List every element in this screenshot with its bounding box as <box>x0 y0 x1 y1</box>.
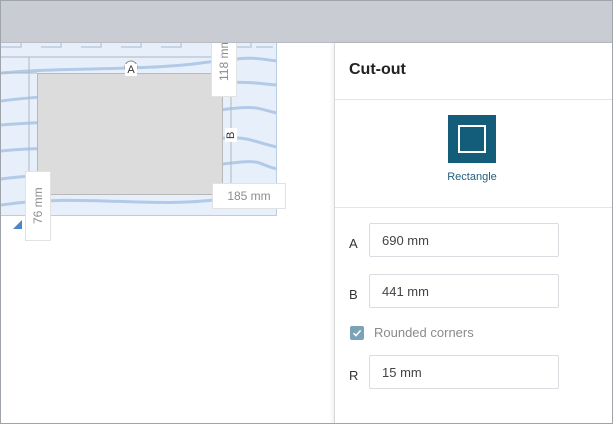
shape-divider <box>335 207 612 208</box>
dim-right-offset[interactable]: 185 mm <box>212 183 286 209</box>
app-window: A B 118 mm 185 mm 76 mm Cut-out Rectangl… <box>0 0 613 424</box>
cutout-dimension-b-label: B <box>225 128 237 142</box>
field-b-label: B <box>349 287 358 302</box>
rectangle-shape-button[interactable] <box>448 115 496 163</box>
rounded-corners-label[interactable]: Rounded corners <box>374 325 474 340</box>
top-toolbar <box>1 1 612 43</box>
field-b-input[interactable]: 441 mm <box>369 274 559 308</box>
title-divider <box>335 99 612 100</box>
check-icon <box>352 329 362 337</box>
cutout-dimension-a-label: A <box>125 64 137 76</box>
field-a-label: A <box>349 236 358 251</box>
dim-top-offset[interactable]: 118 mm <box>211 43 237 97</box>
field-a-value: 690 mm <box>382 232 429 248</box>
rounded-corners-checkbox[interactable] <box>350 326 364 340</box>
field-r-label: R <box>349 368 359 383</box>
field-r-input[interactable]: 15 mm <box>369 355 559 389</box>
corner-handle-marker[interactable] <box>13 220 22 229</box>
field-a-input[interactable]: 690 mm <box>369 223 559 257</box>
field-r-value: 15 mm <box>382 364 422 380</box>
design-canvas[interactable]: A B 118 mm 185 mm 76 mm <box>1 43 334 423</box>
rectangle-icon <box>458 125 486 153</box>
field-b-value: 441 mm <box>382 283 429 299</box>
panel-title: Cut-out <box>349 61 406 78</box>
rectangle-shape-label[interactable]: Rectangle <box>427 171 517 183</box>
cutout-properties-panel: Cut-out Rectangle A 690 mm B 441 mm Roun… <box>334 43 612 423</box>
dim-left-offset[interactable]: 76 mm <box>25 171 51 241</box>
cutout-rectangle[interactable] <box>37 73 223 195</box>
